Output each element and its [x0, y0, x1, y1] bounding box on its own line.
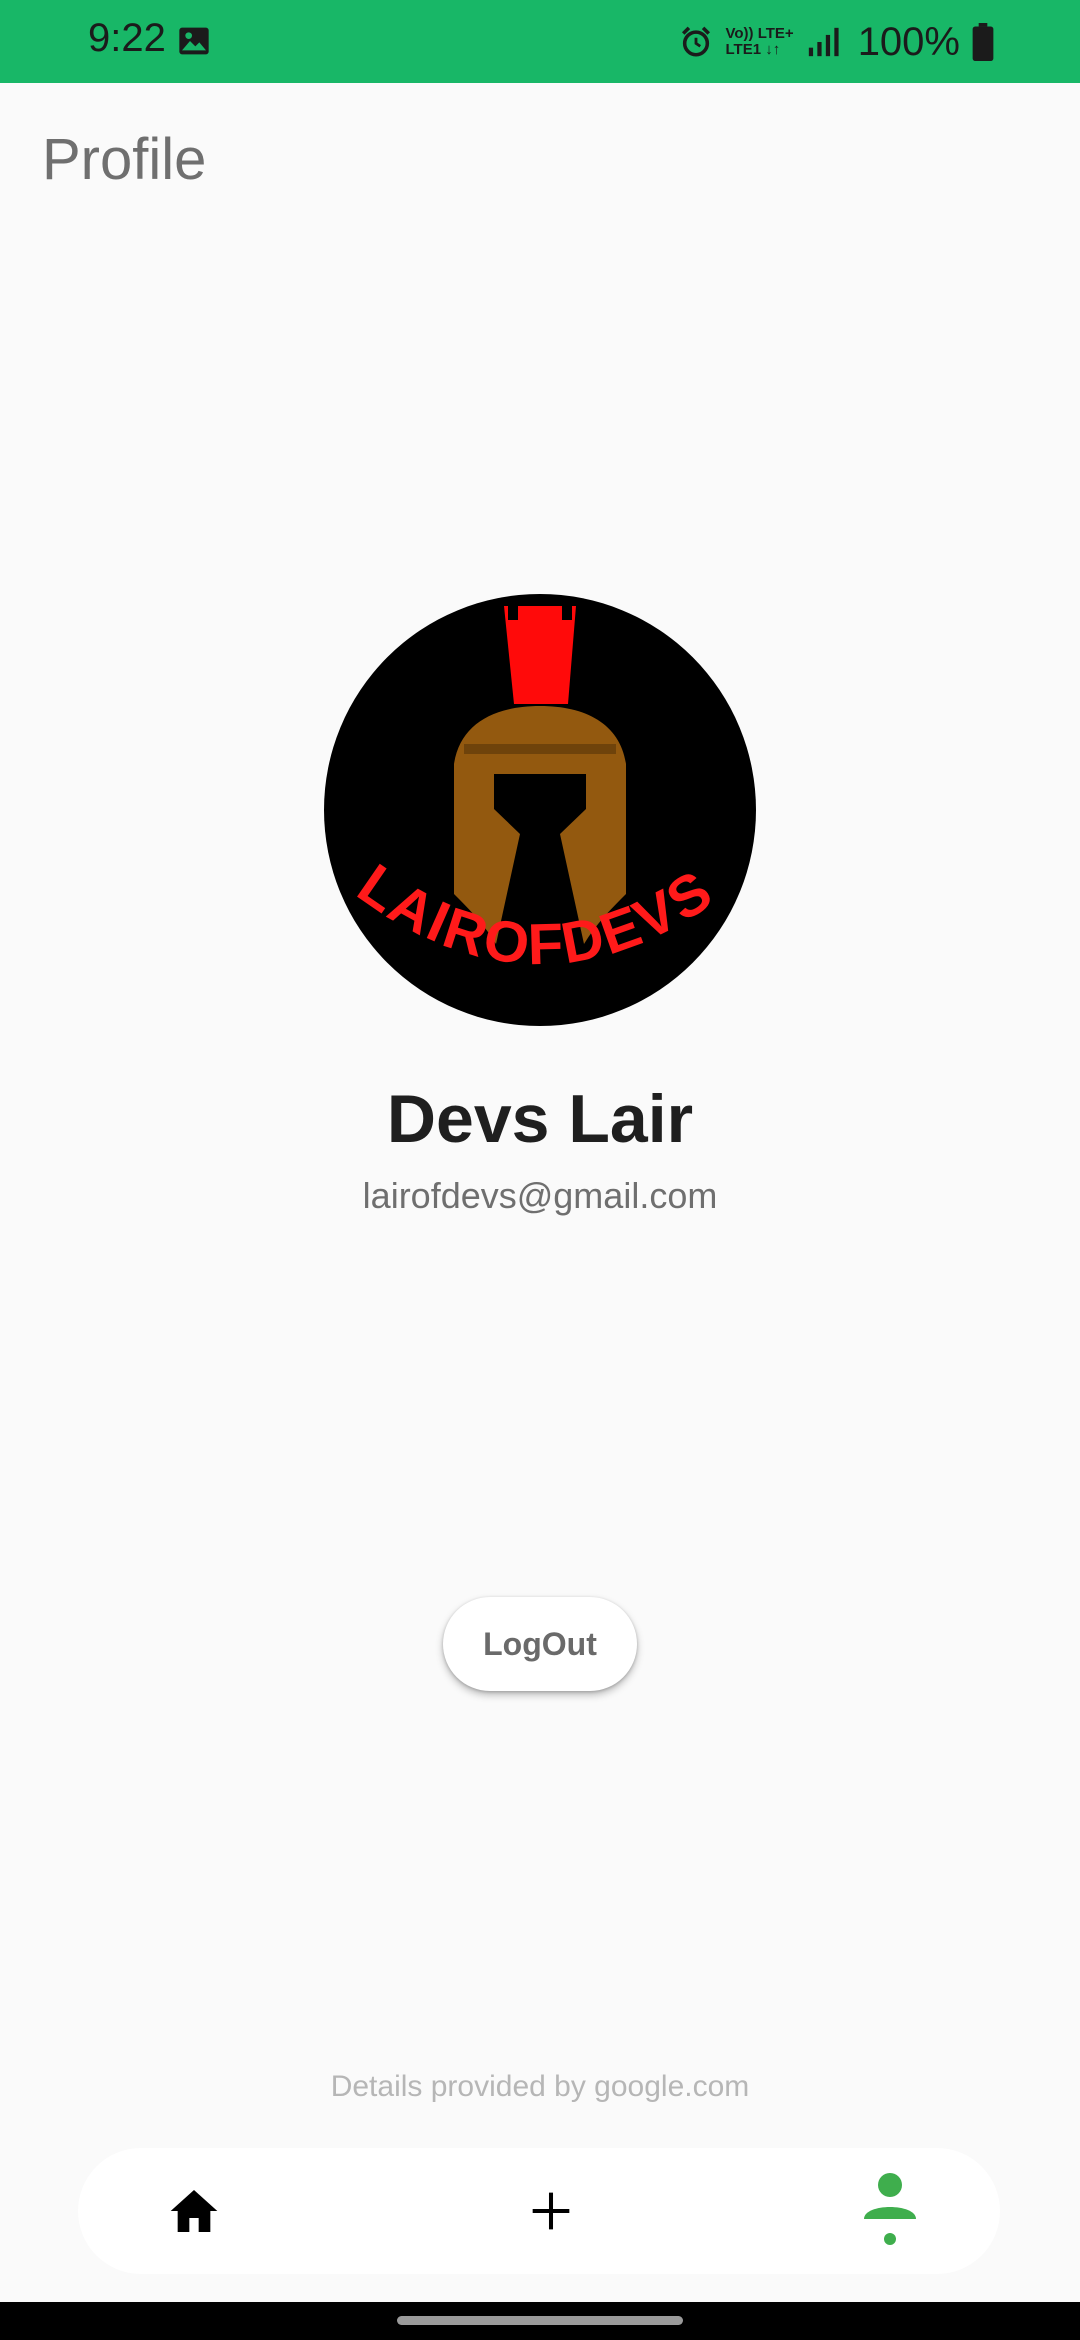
nav-home[interactable]	[134, 2148, 254, 2274]
network-line-1: Vo)) LTE+	[725, 25, 794, 42]
nav-add[interactable]	[491, 2148, 611, 2274]
status-bar: 9:22 Vo)) LTE+ LTE1 ↓↑ 100%	[0, 0, 1080, 83]
network-type: Vo)) LTE+ LTE1 ↓↑	[725, 26, 793, 58]
logout-button[interactable]: LogOut	[443, 1597, 637, 1691]
active-indicator-dot	[884, 2233, 896, 2245]
signal-icon	[808, 27, 839, 57]
alarm-icon	[682, 26, 711, 57]
profile-email: lairofdevs@gmail.com	[362, 1175, 718, 1216]
spartan-helmet-logo: LAIROFDEVS	[347, 606, 725, 978]
footer-note: Details provided by google.com	[330, 2070, 750, 2103]
system-navigation-bar	[0, 2302, 1080, 2340]
network-line-2: LTE1 ↓↑	[725, 41, 781, 58]
home-icon	[170, 2190, 218, 2232]
nav-profile[interactable]	[830, 2148, 950, 2274]
status-icons: Vo)) LTE+ LTE1 ↓↑ 100%	[679, 16, 994, 68]
avatar-logo-text: LAIROFDEVS	[347, 852, 723, 978]
status-time: 9:22	[88, 16, 166, 60]
avatar: LAIROFDEVS	[324, 594, 756, 1026]
battery-percent: 100%	[857, 19, 960, 64]
page-title: Profile	[42, 127, 207, 192]
person-icon	[864, 2173, 916, 2245]
gallery-notification-icon	[179, 27, 209, 55]
svg-text:LAIROFDEVS: LAIROFDEVS	[347, 852, 725, 978]
profile-name: Devs Lair	[386, 1081, 694, 1157]
battery-icon	[972, 23, 994, 61]
plus-icon	[532, 2192, 570, 2230]
home-indicator[interactable]	[397, 2316, 683, 2325]
bottom-navigation	[78, 2148, 1000, 2274]
